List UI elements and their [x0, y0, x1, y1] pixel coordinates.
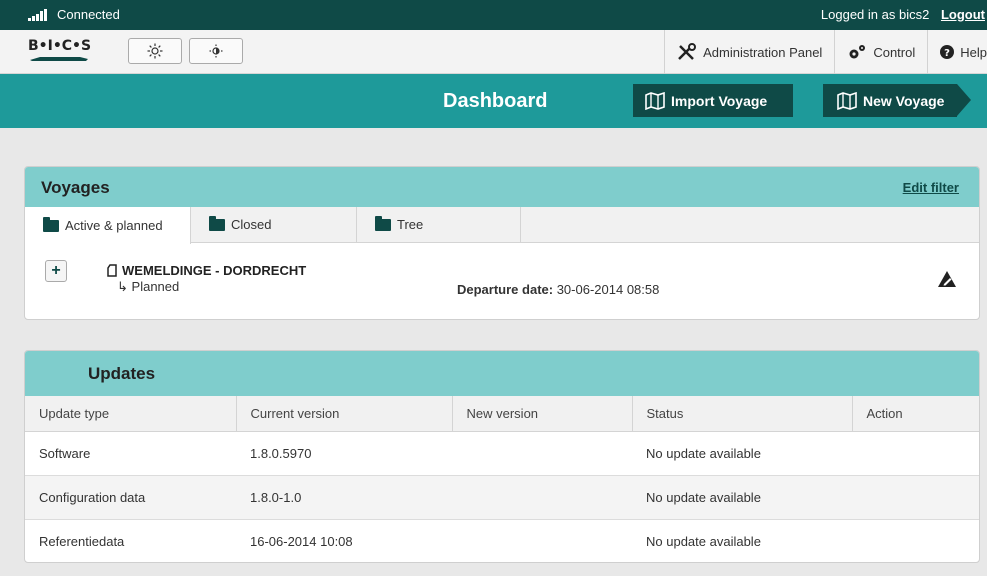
administration-panel-link[interactable]: Administration Panel [664, 30, 834, 74]
status-cell: No update available [632, 431, 852, 476]
column-header: New version [452, 396, 633, 432]
current-version-cell: 16-06-2014 10:08 [250, 533, 353, 549]
new-voyage-button[interactable]: New Voyage [823, 84, 971, 117]
list-item: + WEMELDINGE - DORDRECHT ↳ Planned Depar… [25, 243, 979, 317]
import-voyage-label: Import Voyage [671, 92, 768, 109]
column-header: Current version [236, 396, 453, 432]
current-version-cell: 1.8.0-1.0 [236, 475, 452, 520]
voyages-header: Voyages Edit filter [25, 167, 979, 207]
column-header: Action [852, 396, 979, 432]
ship-logo-icon [30, 57, 88, 61]
status-cell: No update available [632, 475, 852, 520]
voyage-tabs: Active & planned Closed Tree [25, 207, 979, 244]
update-type-cell: Software [25, 431, 236, 476]
action-cell [852, 431, 979, 476]
status-bar: Connected Logged in as bics2 Logout [0, 0, 987, 30]
departure-date: Departure date: 30-06-2014 08:58 [457, 282, 659, 297]
map-icon [837, 91, 857, 110]
tab-label: Active & planned [65, 217, 163, 233]
tab-tree[interactable]: Tree [357, 207, 521, 243]
new-version-cell [452, 431, 632, 476]
update-type-cell: Referentiedata [39, 533, 125, 549]
voyages-title: Voyages [41, 178, 110, 197]
logout-link[interactable]: Logout [941, 7, 985, 22]
tools-icon [678, 43, 697, 60]
folder-icon [209, 216, 225, 231]
gears-icon [849, 45, 866, 59]
brightness-low-button[interactable] [189, 38, 243, 64]
page-title: Dashboard [443, 90, 548, 112]
tab-active-planned[interactable]: Active & planned [25, 207, 191, 244]
top-toolbar: B•I•C•S Administration Panel Control ? H… [0, 30, 987, 74]
table-header-row: Update type Current version New version … [25, 396, 979, 432]
administration-panel-label: Administration Panel [703, 44, 823, 60]
table-row: Configuration data 1.8.0-1.0 No update a… [25, 475, 979, 520]
folder-icon [43, 216, 59, 232]
voyage-name-label: WEMELDINGE - DORDRECHT [122, 263, 307, 278]
voyage-status: ↳ Planned [117, 279, 179, 295]
action-cell [852, 519, 979, 562]
new-version-cell [452, 519, 632, 562]
expand-voyage-button[interactable]: + [45, 260, 67, 282]
departure-value: 30-06-2014 08:58 [556, 282, 660, 297]
logo-text: B•I•C•S [28, 38, 92, 54]
logged-in-label: Logged in as bics2 [820, 7, 930, 22]
action-cell [852, 475, 979, 520]
status-cell: No update available [646, 533, 761, 549]
document-icon [107, 264, 117, 277]
tab-closed[interactable]: Closed [191, 207, 357, 243]
bics-logo: B•I•C•S [28, 38, 94, 66]
table-row: Software 1.8.0.5970 No update available [25, 431, 979, 476]
tab-label: Tree [397, 217, 424, 232]
column-header: Status [632, 396, 853, 432]
folder-icon [375, 216, 391, 231]
voyage-status-label: Planned [131, 279, 180, 294]
tab-label: Closed [231, 217, 272, 232]
update-type-cell: Configuration data [25, 475, 236, 520]
new-version-cell [452, 475, 632, 520]
control-link[interactable]: Control [834, 30, 927, 74]
edit-filter-link[interactable]: Edit filter [903, 167, 959, 209]
dashboard-bar: Dashboard Import Voyage New Voyage [0, 74, 987, 128]
column-header: Update type [25, 396, 237, 432]
table-row: Referentiedata 16-06-2014 10:08 No updat… [25, 519, 979, 562]
control-label: Control [873, 44, 916, 60]
updates-header: Updates [25, 351, 979, 396]
new-voyage-label: New Voyage [863, 92, 945, 109]
updates-panel: Updates Update type Current version New … [24, 350, 980, 563]
signal-icon [28, 9, 47, 21]
edit-pencil-icon[interactable] [937, 270, 957, 288]
sub-arrow-icon: ↳ [117, 279, 128, 294]
connection-label: Connected [57, 7, 120, 22]
brightness-high-button[interactable] [128, 38, 182, 64]
current-version-cell: 1.8.0.5970 [236, 431, 452, 476]
voyages-panel: Voyages Edit filter Active & planned Clo… [24, 166, 980, 320]
help-label: Help [960, 44, 987, 60]
updates-table: Update type Current version New version … [25, 396, 979, 562]
connection-status: Connected [28, 0, 120, 30]
help-icon: ? [940, 45, 955, 59]
voyage-name[interactable]: WEMELDINGE - DORDRECHT [107, 263, 306, 278]
help-link[interactable]: ? Help [927, 30, 987, 74]
half-sun-icon [209, 44, 223, 58]
sun-icon [147, 43, 163, 59]
departure-label: Departure date: [457, 282, 554, 297]
map-icon [645, 91, 665, 110]
svg-text:?: ? [944, 48, 950, 59]
updates-title: Updates [88, 364, 156, 383]
import-voyage-button[interactable]: Import Voyage [633, 84, 793, 117]
